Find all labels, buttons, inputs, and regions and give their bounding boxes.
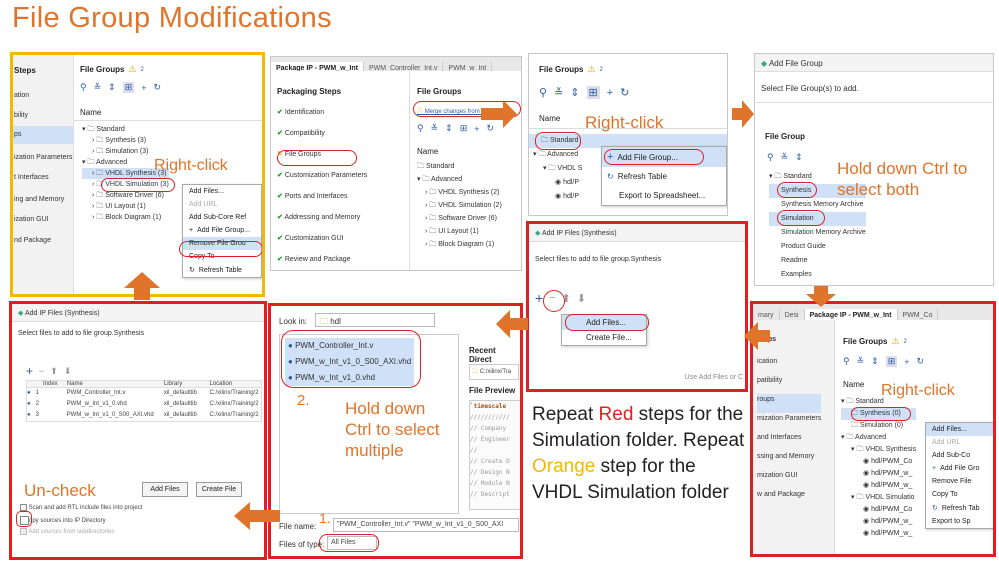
arrow-left-icon xyxy=(234,502,280,530)
arrow-right-icon xyxy=(732,100,754,128)
flow-arrows xyxy=(124,100,836,530)
arrow-down-icon xyxy=(806,286,836,307)
arrow-right-icon xyxy=(481,100,517,128)
arrow-up-icon xyxy=(124,272,160,300)
arrow-left-icon xyxy=(496,310,528,338)
arrow-left-icon xyxy=(744,322,770,350)
